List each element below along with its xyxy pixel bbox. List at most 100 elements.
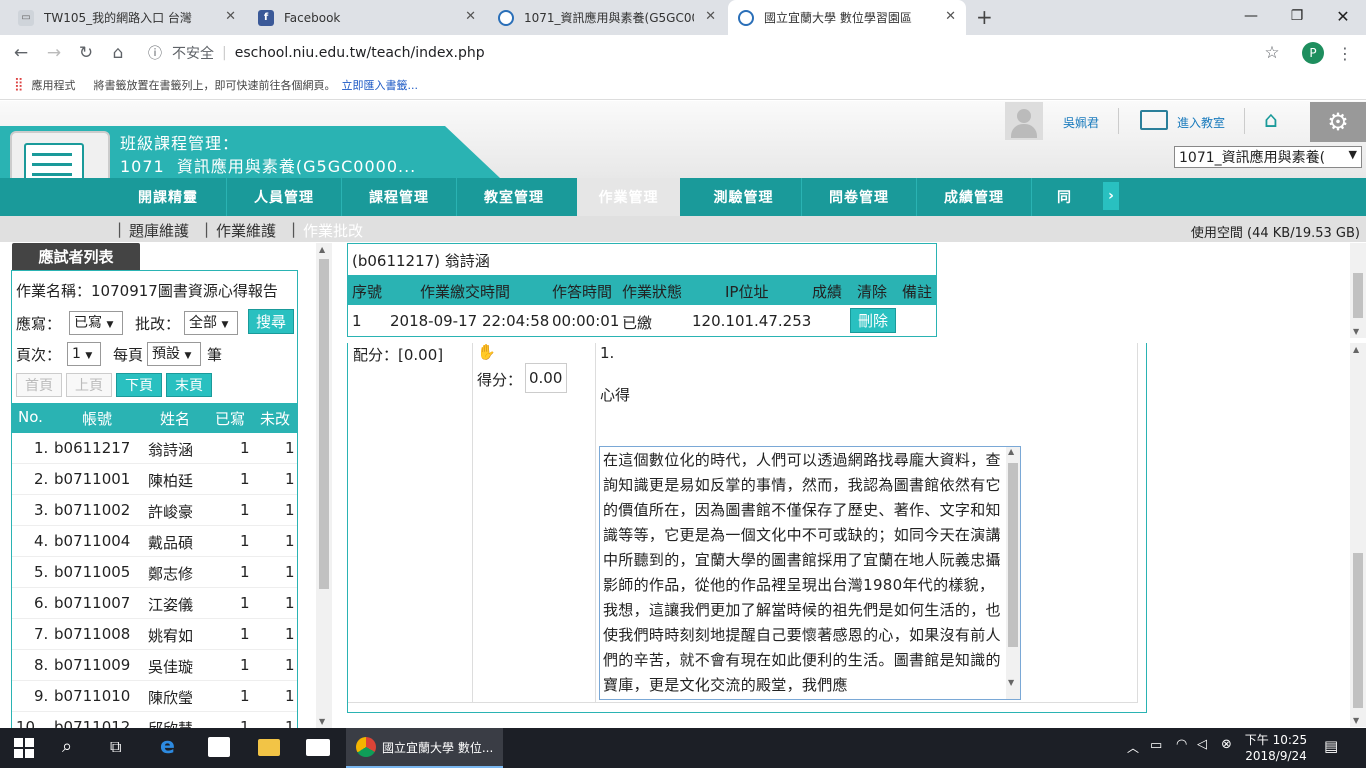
- ime-icon[interactable]: ⊗: [1221, 737, 1232, 752]
- volume-icon[interactable]: ◁: [1197, 737, 1207, 752]
- import-bookmarks-link[interactable]: 立即匯入書籤...: [342, 77, 419, 93]
- menu-icon[interactable]: ⋮: [1333, 41, 1357, 65]
- main-nav: 開課精靈 人員管理 課程管理 教室管理 作業管理 測驗管理 問卷管理 成績管理 …: [0, 178, 1366, 216]
- table-row[interactable]: 6. b0711007 江姿儀 1 1: [12, 588, 297, 619]
- answer-scrollbar[interactable]: ▲ ▼: [1006, 447, 1020, 699]
- upper-scrollbar[interactable]: ▼: [1350, 243, 1366, 338]
- url-text[interactable]: eschool.niu.edu.tw/teach/index.php: [235, 45, 485, 61]
- nav-course-wizard[interactable]: 開課精靈: [110, 178, 226, 216]
- answer-textarea[interactable]: 在這個數位化的時代，人們可以透過網路找尋龐大資料，查詢知識更是易如反掌的事情，然…: [599, 446, 1021, 700]
- left-scrollbar[interactable]: ▲ ▼: [316, 243, 332, 728]
- course-select[interactable]: 1071_資訊應用與素養( ▼: [1174, 146, 1362, 168]
- browser-tab-3[interactable]: 1071_資訊應用與素養(G5GC000 ✕: [488, 0, 726, 35]
- bookmark-star-icon[interactable]: ☆: [1260, 41, 1284, 65]
- apps-shortcut[interactable]: 應用程式: [32, 77, 76, 93]
- close-tab-icon[interactable]: ✕: [705, 9, 716, 24]
- browser-tab-1[interactable]: ▭ TW105_我的網路入口 台灣 ✕: [8, 0, 246, 35]
- row-name: 戴品碩: [148, 534, 194, 552]
- grading-hand-icon[interactable]: ✋: [477, 343, 496, 361]
- table-row[interactable]: 5. b0711005 鄭志修 1 1: [12, 557, 297, 588]
- nav-more[interactable]: 同: [1031, 178, 1097, 216]
- per-page-value: 預設: [152, 346, 181, 362]
- score-input[interactable]: 0.00: [525, 363, 567, 393]
- battery-icon[interactable]: ▭: [1150, 738, 1162, 753]
- profile-avatar[interactable]: P: [1302, 42, 1324, 64]
- taskbar-chrome-app[interactable]: 國立宜蘭大學 數位...: [346, 728, 503, 768]
- search-button[interactable]: 搜尋: [248, 309, 294, 334]
- restore-icon[interactable]: ❐: [1274, 0, 1320, 32]
- chevron-down-icon: ▼: [1348, 148, 1357, 161]
- delete-button[interactable]: 刪除: [850, 308, 896, 333]
- notification-icon[interactable]: ▤: [1324, 737, 1338, 755]
- answered-filter-select[interactable]: 已寫 ▼: [69, 311, 124, 335]
- table-row[interactable]: 9. b0711010 陳欣瑩 1 1: [12, 681, 297, 712]
- task-view-icon[interactable]: ⧉: [110, 737, 121, 757]
- table-row[interactable]: 7. b0711008 姚宥如 1 1: [12, 619, 297, 650]
- bookmarks-bar: ⣿ 應用程式 將書籤放置在書籤列上，即可快速前往各個網頁。 立即匯入書籤...: [0, 70, 1366, 100]
- next-page-button[interactable]: 下頁: [116, 373, 162, 397]
- subnav-assignment-maintain[interactable]: 作業維護: [216, 220, 276, 241]
- user-name-link[interactable]: 吳姵君: [1063, 114, 1099, 131]
- clock-time[interactable]: 下午 10:25: [1244, 731, 1308, 748]
- table-row[interactable]: 2. b0711001 陳柏廷 1 1: [12, 464, 297, 495]
- classroom-icon[interactable]: [1140, 110, 1168, 130]
- edge-icon[interactable]: e: [160, 734, 175, 759]
- back-icon[interactable]: ←: [9, 41, 33, 65]
- file-explorer-icon[interactable]: [258, 739, 280, 756]
- row-no: 9.: [34, 687, 49, 705]
- first-page-button[interactable]: 首頁: [16, 373, 62, 397]
- home-page-icon[interactable]: ⌂: [1264, 108, 1278, 133]
- wifi-icon[interactable]: ◠: [1176, 737, 1187, 752]
- page-select[interactable]: 1 ▼: [67, 342, 102, 366]
- last-page-button[interactable]: 末頁: [166, 373, 212, 397]
- search-icon[interactable]: ⌕: [62, 736, 72, 757]
- close-window-icon[interactable]: ✕: [1320, 0, 1366, 32]
- store-icon[interactable]: [208, 737, 230, 757]
- enter-classroom-link[interactable]: 進入教室: [1177, 114, 1225, 131]
- nav-people[interactable]: 人員管理: [226, 178, 341, 216]
- forward-icon[interactable]: →: [42, 41, 66, 65]
- prev-page-button[interactable]: 上頁: [66, 373, 112, 397]
- subnav-question-bank[interactable]: 題庫維護: [129, 220, 189, 241]
- close-tab-icon[interactable]: ✕: [225, 9, 236, 24]
- row-ungraded: 1: [285, 532, 295, 550]
- home-icon[interactable]: ⌂: [106, 41, 130, 65]
- close-tab-icon[interactable]: ✕: [945, 9, 956, 24]
- grading-filter-select[interactable]: 全部 ▼: [184, 311, 239, 335]
- settings-gear-icon[interactable]: ⚙: [1310, 102, 1366, 142]
- submission-ip: 120.101.47.253: [692, 312, 812, 330]
- nav-course[interactable]: 課程管理: [341, 178, 456, 216]
- nav-quiz[interactable]: 測驗管理: [686, 178, 801, 216]
- assignment-name: 1070917圖書資源心得報告: [91, 282, 278, 300]
- clock-date[interactable]: 2018/9/24: [1244, 749, 1308, 763]
- column-written: 已寫: [215, 410, 246, 428]
- row-no: 1.: [34, 439, 49, 457]
- apps-grid-icon[interactable]: ⣿: [14, 77, 24, 92]
- omnibox[interactable]: ⓘ 不安全 | eschool.niu.edu.tw/teach/index.p…: [140, 39, 1292, 67]
- reload-icon[interactable]: ↻: [74, 41, 98, 65]
- lower-scrollbar[interactable]: ▲ ▼: [1350, 343, 1366, 727]
- table-row[interactable]: 3. b0711002 許峻豪 1 1: [12, 495, 297, 526]
- table-row[interactable]: 4. b0711004 戴品碩 1 1: [12, 526, 297, 557]
- new-tab-icon[interactable]: +: [976, 5, 993, 29]
- row-no: 7.: [34, 625, 49, 643]
- table-row[interactable]: 1. b0611217 翁詩涵 1 1: [12, 433, 297, 464]
- nav-survey[interactable]: 問卷管理: [801, 178, 916, 216]
- nav-classroom[interactable]: 教室管理: [456, 178, 571, 216]
- score-label: 得分：: [477, 371, 523, 389]
- mail-icon[interactable]: [306, 739, 330, 756]
- close-tab-icon[interactable]: ✕: [465, 9, 476, 24]
- subnav-grading[interactable]: 作業批改: [303, 220, 363, 241]
- browser-tab-2[interactable]: f Facebook ✕: [248, 0, 486, 35]
- nav-scroll-right-icon[interactable]: ›: [1103, 182, 1119, 210]
- browser-tab-4-active[interactable]: 國立宜蘭大學 數位學習園區 ✕: [728, 0, 966, 35]
- tray-chevron-icon[interactable]: ︿: [1127, 739, 1139, 756]
- chevron-down-icon: ▼: [106, 320, 114, 330]
- nav-assignment[interactable]: 作業管理: [577, 178, 680, 216]
- windows-start-icon[interactable]: [14, 738, 34, 758]
- nav-grades[interactable]: 成績管理: [916, 178, 1031, 216]
- info-icon[interactable]: ⓘ: [148, 43, 162, 63]
- per-page-select[interactable]: 預設 ▼: [147, 342, 202, 366]
- table-row[interactable]: 8. b0711009 吳佳璇 1 1: [12, 650, 297, 681]
- minimize-icon[interactable]: —: [1228, 0, 1274, 32]
